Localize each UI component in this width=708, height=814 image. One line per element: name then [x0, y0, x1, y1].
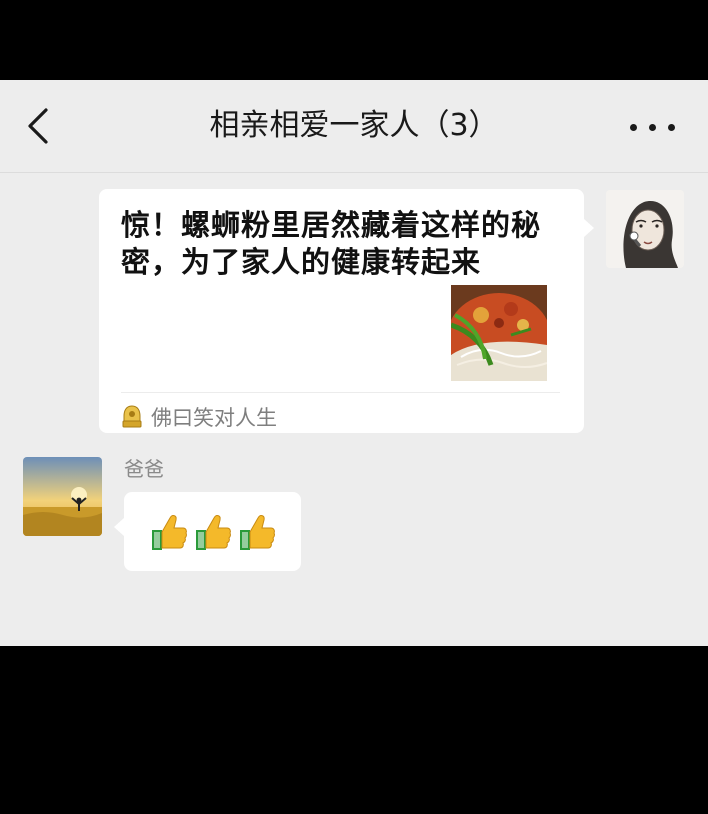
card-title: 惊！螺蛳粉里居然藏着这样的秘密，为了家人的健康转起来 — [121, 208, 542, 279]
more-button[interactable] — [628, 110, 678, 144]
more-dot — [649, 124, 656, 131]
thumbs-up-icon — [151, 514, 187, 550]
more-dots-icon — [630, 124, 637, 131]
card-thumbnail — [451, 285, 547, 381]
card-divider — [121, 392, 560, 393]
my-avatar[interactable] — [606, 190, 684, 268]
emoji-row — [150, 512, 276, 552]
link-card[interactable]: 惊！螺蛳粉里居然藏着这样的秘密，为了家人的健康转起来 佛曰笑对人生 — [99, 189, 594, 435]
dad-avatar[interactable] — [23, 457, 102, 536]
card-source[interactable]: 佛曰笑对人生 — [121, 399, 277, 435]
thumbs-up-icon — [195, 514, 231, 550]
sender-name: 爸爸 — [124, 457, 164, 481]
chat-title: 相亲相爱一家人（3） — [209, 108, 499, 143]
nav-bar: 相亲相爱一家人（3） — [0, 80, 708, 173]
chat-screen: 相亲相爱一家人（3） 惊！螺蛳粉里居然藏着这样的秘密，为了家人的健康转起来 佛曰… — [0, 80, 708, 646]
emoji-message-bubble[interactable] — [114, 492, 301, 571]
thumbs-up-icon — [239, 514, 275, 550]
official-account-icon — [122, 405, 142, 428]
more-dot — [668, 124, 675, 131]
card-source-name: 佛曰笑对人生 — [151, 406, 277, 430]
